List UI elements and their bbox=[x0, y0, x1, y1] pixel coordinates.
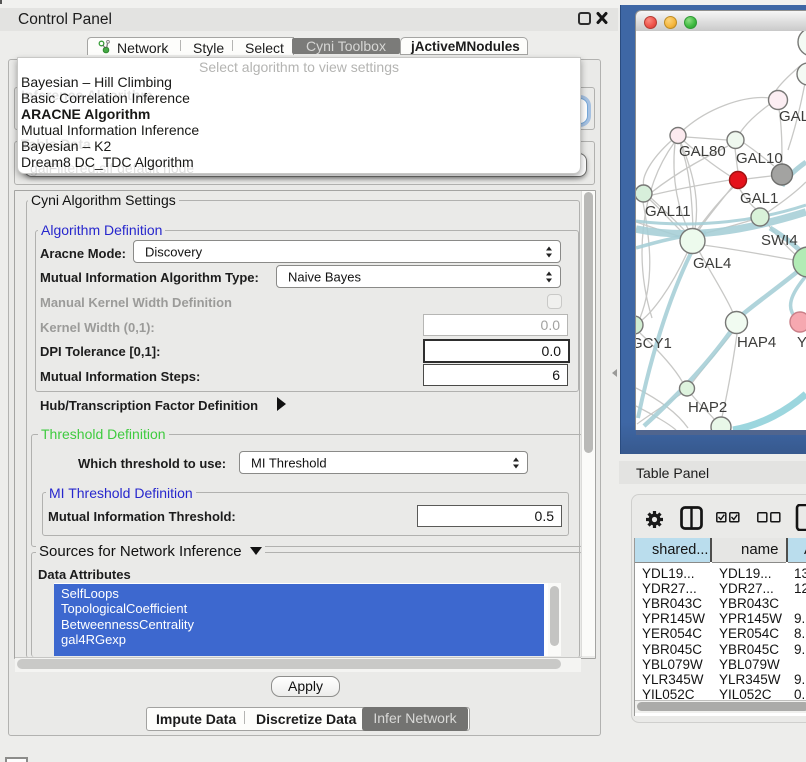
svg-text:Y: Y bbox=[797, 334, 806, 351]
svg-text:GAL10: GAL10 bbox=[736, 150, 783, 167]
svg-text:GAL4: GAL4 bbox=[693, 255, 731, 272]
svg-text:SWI4: SWI4 bbox=[761, 232, 798, 249]
svg-text:GAL80: GAL80 bbox=[679, 143, 726, 160]
svg-text:GAL: GAL bbox=[779, 108, 806, 125]
svg-text:HAP4: HAP4 bbox=[737, 334, 776, 351]
svg-text:GAL1: GAL1 bbox=[740, 190, 778, 207]
svg-text:GAL11: GAL11 bbox=[645, 203, 691, 220]
svg-text:GCY1: GCY1 bbox=[636, 335, 672, 352]
svg-text:HAP2: HAP2 bbox=[688, 399, 727, 416]
